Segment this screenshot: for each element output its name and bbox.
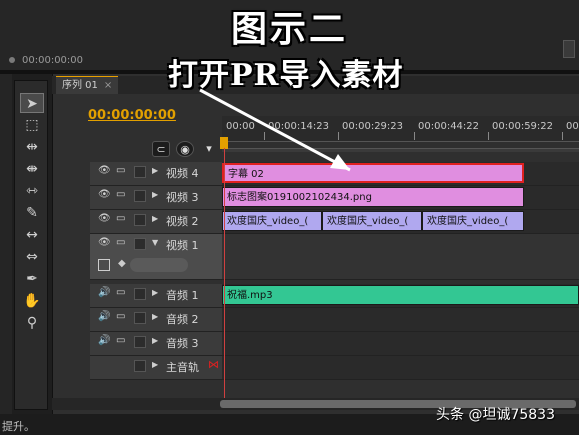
lock-toggle[interactable] [134,360,146,372]
track-header-video-1: 👁 ▭ ▼ 视频 1 ◆ [90,234,222,280]
razor-tool-icon[interactable]: ✎ [20,203,44,223]
collapse-arrow-icon[interactable]: ▼ [152,238,158,247]
track-header-video-4: 👁 ▭ ▶ 视频 4 [90,162,222,186]
clip-audio-blessing[interactable]: 祝福.mp3 [222,285,579,305]
filmstrip-icon[interactable]: ▭ [116,213,125,224]
eye-icon[interactable]: 👁 [98,213,111,224]
tab-sequence-01[interactable]: 序列 01 × [56,76,119,94]
master-marker-icon: ⋈ [208,358,219,371]
snap-icon[interactable]: ⊂ [152,141,170,157]
current-time-display[interactable]: 00:00:00:00 [88,108,176,123]
ripple-edit-tool-icon[interactable]: ⇹ [20,137,44,157]
track-header-audio-1: 🔊 ▭ ▶ 音频 1 [90,284,222,308]
eye-icon[interactable]: 👁 [98,165,111,176]
track-select-tool-icon[interactable]: ⬚ [20,115,44,135]
ruler-tick [264,132,265,140]
expand-arrow-icon[interactable]: ▶ [152,214,158,223]
record-dot-icon[interactable] [9,57,15,63]
speaker-icon[interactable]: 🔊 [98,311,110,322]
watermark: 头条 @坦诚75833 [436,407,555,423]
track-name: 视频 2 [166,215,199,228]
lock-toggle[interactable] [134,190,146,202]
rate-stretch-tool-icon[interactable]: ⇿ [20,181,44,201]
rolling-edit-tool-icon[interactable]: ⇼ [20,159,44,179]
lock-toggle[interactable] [134,166,146,178]
track-name: 视频 4 [166,167,199,180]
selection-tool-icon[interactable]: ➤ [20,93,44,113]
track-header-audio-2: 🔊 ▭ ▶ 音频 2 [90,308,222,332]
lock-toggle[interactable] [134,214,146,226]
ruler-label: 00:00:44:22 [418,121,480,132]
work-area-bar[interactable] [222,148,579,152]
ruler-tick [488,132,489,140]
expand-arrow-icon[interactable]: ▶ [152,166,158,175]
expand-arrow-icon[interactable]: ▶ [152,190,158,199]
track-lane-audio-3[interactable] [222,332,579,356]
expand-arrow-icon[interactable]: ▶ [152,360,158,369]
track-header-video-2: 👁 ▭ ▶ 视频 2 [90,210,222,234]
keyframe-icon[interactable]: ◆ [118,258,126,269]
add-marker-icon[interactable]: ▾ [200,141,218,157]
ruler-tick [338,132,339,140]
track-lane-audio-2[interactable] [222,308,579,332]
slide-tool-icon[interactable]: ⇔ [20,247,44,267]
keyframe-nav-control[interactable] [130,258,188,272]
expand-arrow-icon[interactable]: ▶ [152,336,158,345]
track-name: 音频 3 [166,337,199,350]
ruler-label: 00:00:59:22 [492,121,554,132]
speaker-icon[interactable]: 🔊 [98,335,110,346]
track-header-video-3: 👁 ▭ ▶ 视频 3 [90,186,222,210]
filmstrip-icon[interactable]: ▭ [116,335,125,346]
lock-toggle[interactable] [134,288,146,300]
filmstrip-icon[interactable]: ▭ [116,311,125,322]
ruler-label: 00:00:14:23 [268,121,330,132]
track-name: 视频 3 [166,191,199,204]
playhead-line [224,148,225,408]
eye-icon[interactable]: 👁 [98,237,111,248]
filmstrip-icon[interactable]: ▭ [116,237,125,248]
pen-tool-icon[interactable]: ✒ [20,269,44,289]
ruler-label: 00:00:29:23 [342,121,404,132]
lock-toggle[interactable] [134,336,146,348]
monitor-timecode: 00:00:00:00 [22,55,84,66]
expand-arrow-icon[interactable]: ▶ [152,288,158,297]
ruler-tick [414,132,415,140]
hand-tool-icon[interactable]: ✋ [20,291,44,311]
speaker-icon[interactable]: 🔊 [98,287,110,298]
clip-video-3[interactable]: 欢度国庆_video_( [422,211,524,231]
track-header-master: ▶ 主音轨 ⋈ [90,356,222,380]
track-name: 音频 1 [166,289,199,302]
status-text: 提升。 [2,420,35,433]
track-name: 视频 1 [166,239,199,252]
set-marker-icon[interactable]: ◉ [176,141,194,157]
filmstrip-icon[interactable]: ▭ [116,287,125,298]
tab-label: 序列 01 [62,80,98,91]
filmstrip-icon[interactable]: ▭ [116,165,125,176]
ruler-tick [562,132,563,140]
close-icon[interactable]: × [104,80,112,91]
track-name: 音频 2 [166,313,199,326]
zoom-tool-icon[interactable]: ⚲ [20,313,44,333]
expand-arrow-icon[interactable]: ▶ [152,312,158,321]
filmstrip-icon[interactable]: ▭ [116,189,125,200]
track-lane-video-1[interactable] [222,234,579,280]
display-style-icon[interactable] [98,259,110,271]
clip-title-02[interactable]: 字幕 02 [222,163,524,183]
ruler-label: 00:00 [226,121,255,132]
clip-logo-image[interactable]: 标志图案0191002102434.png [222,187,524,207]
slip-tool-icon[interactable]: ↔ [20,225,44,245]
track-name: 主音轨 [166,361,199,374]
clip-video-2[interactable]: 欢度国庆_video_( [322,211,422,231]
lock-toggle[interactable] [134,238,146,250]
clip-video-1[interactable]: 欢度国庆_video_( [222,211,322,231]
track-lane-master[interactable] [222,356,579,380]
tools-panel: ➤ ⬚ ⇹ ⇼ ⇿ ✎ ↔ ⇔ ✒ ✋ ⚲ [14,80,48,410]
overlay-subheading: 打开PR导入素材 [168,58,404,93]
track-header-audio-3: 🔊 ▭ ▶ 音频 3 [90,332,222,356]
lock-toggle[interactable] [134,312,146,324]
ruler-label: 00 [566,121,579,132]
left-edge-panel [0,74,12,414]
eye-icon[interactable]: 👁 [98,189,111,200]
overlay-heading: 图示二 [230,8,348,50]
